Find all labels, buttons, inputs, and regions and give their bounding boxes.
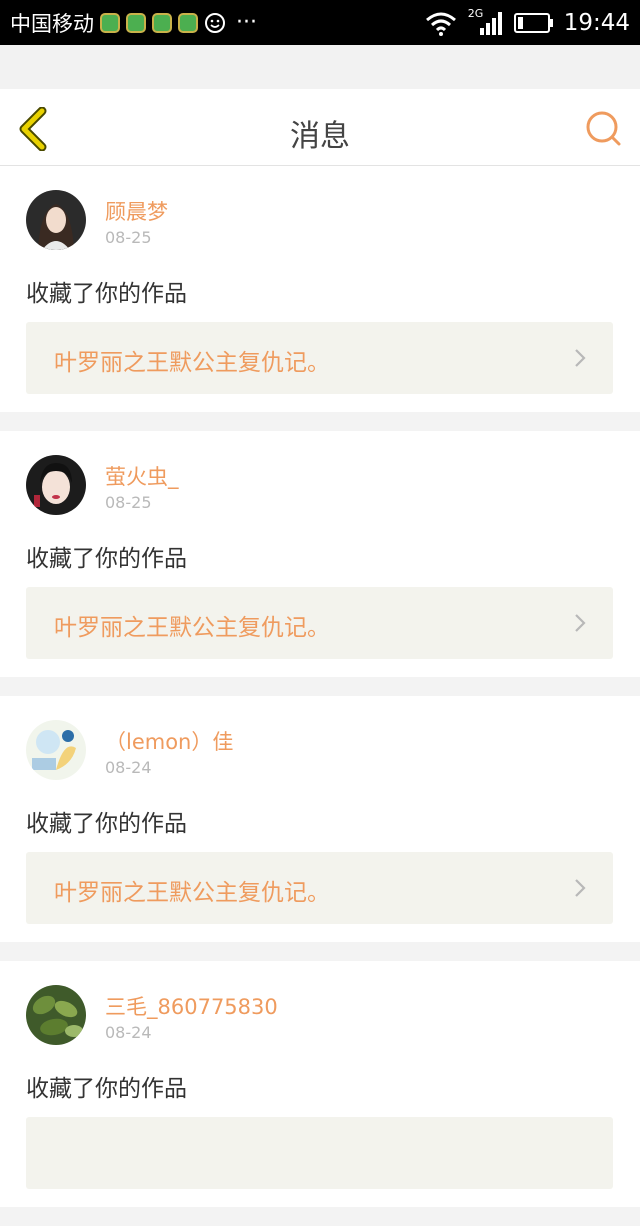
message-date: 08-24 [105, 1023, 152, 1042]
clock: 19:44 [563, 9, 630, 36]
navigation-header: 消息 [0, 89, 640, 166]
status-bar: 中国移动 ··· 2G 19:44 [0, 0, 640, 45]
chevron-right-icon [575, 879, 586, 897]
message-action: 收藏了你的作品 [26, 281, 187, 307]
battery-icon [513, 12, 553, 33]
avatar[interactable] [26, 720, 86, 780]
carrier-name: 中国移动 [10, 11, 94, 36]
app-notification-icon [100, 12, 120, 33]
work-title: 叶罗丽之王默公主复仇记。 [54, 615, 330, 641]
message-card: 顾晨梦 08-25 收藏了你的作品 叶罗丽之王默公主复仇记。 [0, 166, 640, 412]
username[interactable]: （lemon）佳 [105, 726, 233, 756]
page-title: 消息 [290, 119, 350, 154]
username[interactable]: 三毛_860775830 [105, 991, 278, 1021]
message-action: 收藏了你的作品 [26, 1076, 187, 1102]
avatar[interactable] [26, 985, 86, 1045]
message-list: 顾晨梦 08-25 收藏了你的作品 叶罗丽之王默公主复仇记。 萤火虫_ 08-2… [0, 166, 640, 1226]
emoji-notification-icon [205, 12, 225, 33]
work-link[interactable]: 叶罗丽之王默公主复仇记。 [26, 322, 613, 394]
app-notification-icon [178, 12, 198, 33]
top-spacer [0, 45, 640, 89]
work-title: 叶罗丽之王默公主复仇记。 [54, 880, 330, 906]
app-notification-icon [126, 12, 146, 33]
search-button[interactable] [584, 109, 624, 149]
message-action: 收藏了你的作品 [26, 811, 187, 837]
signal-icon: 2G [468, 7, 504, 36]
message-action: 收藏了你的作品 [26, 546, 187, 572]
wifi-icon [425, 12, 456, 36]
message-date: 08-25 [105, 228, 152, 247]
status-left: 中国移动 ··· [10, 8, 257, 38]
username[interactable]: 顾晨梦 [105, 196, 168, 226]
work-title: 叶罗丽之王默公主复仇记。 [54, 350, 330, 376]
chevron-right-icon [575, 349, 586, 367]
avatar[interactable] [26, 190, 86, 250]
message-date: 08-24 [105, 758, 152, 777]
avatar[interactable] [26, 455, 86, 515]
message-card: 三毛_860775830 08-24 收藏了你的作品 [0, 961, 640, 1207]
status-right: 2G 19:44 [424, 7, 630, 36]
work-link[interactable]: 叶罗丽之王默公主复仇记。 [26, 587, 613, 659]
message-date: 08-25 [105, 493, 152, 512]
search-icon [586, 111, 621, 146]
work-link[interactable]: 叶罗丽之王默公主复仇记。 [26, 852, 613, 924]
chevron-right-icon [575, 614, 586, 632]
username[interactable]: 萤火虫_ [105, 461, 179, 491]
message-card: 萤火虫_ 08-25 收藏了你的作品 叶罗丽之王默公主复仇记。 [0, 431, 640, 677]
more-notifications-icon: ··· [236, 9, 257, 35]
message-card: （lemon）佳 08-24 收藏了你的作品 叶罗丽之王默公主复仇记。 [0, 696, 640, 942]
app-notification-icon [152, 12, 172, 33]
work-link[interactable] [26, 1117, 613, 1189]
